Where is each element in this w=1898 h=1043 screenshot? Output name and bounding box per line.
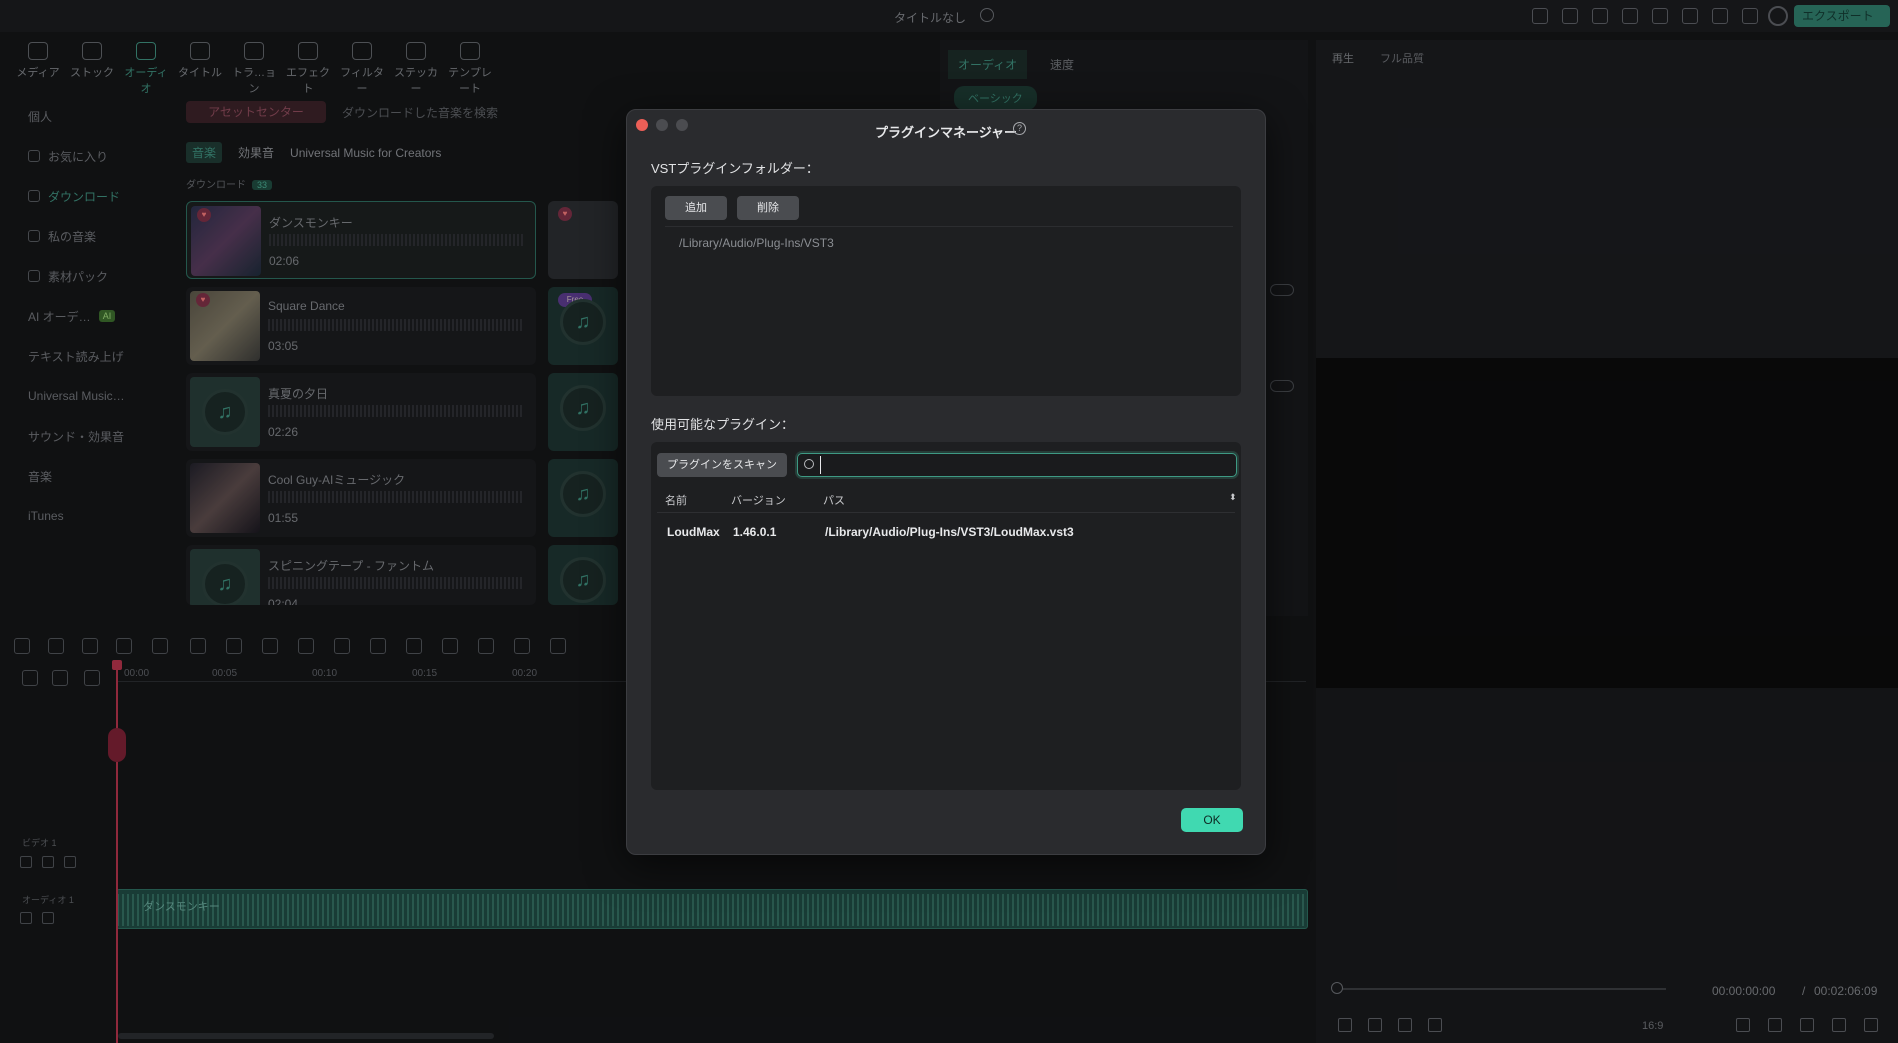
plugin-version-cell: 1.46.0.1 [733,525,777,539]
column-header-path[interactable]: パス [823,492,845,508]
vst-folder-label: VSTプラグインフォルダー： [651,161,819,176]
plugin-path-cell: /Library/Audio/Plug-Ins/VST3/LoudMax.vst… [825,525,1074,539]
plugin-search[interactable] [797,453,1237,477]
dialog-title: プラグインマネージャー [627,122,1265,141]
divider [665,226,1233,227]
ok-button[interactable]: OK [1181,808,1243,832]
search-icon [804,459,814,469]
scan-plugins-button[interactable]: プラグインをスキャン [657,453,787,477]
folder-path-item[interactable]: /Library/Audio/Plug-Ins/VST3 [679,236,834,250]
sort-chevron-icon[interactable]: ⬍ [1229,492,1237,503]
app-window: タイトルなし エクスポート メディア ストック オーディオ タイトル トラ…ョン… [0,0,1898,1043]
column-header-name[interactable]: 名前 [665,492,687,508]
plugin-manager-dialog: プラグインマネージャー ? VSTプラグインフォルダー： 追加 削除 /Libr… [626,109,1266,855]
vst-folder-panel: 追加 削除 /Library/Audio/Plug-Ins/VST3 [651,186,1241,396]
column-header-version[interactable]: バージョン [731,492,786,508]
dialog-title-text: プラグインマネージャー [874,125,1018,140]
plugin-name-cell: LoudMax [667,525,720,539]
plugins-panel: プラグインをスキャン 名前 バージョン パス ⬍ LoudMax 1.46.0.… [651,442,1241,790]
add-folder-button[interactable]: 追加 [665,196,727,220]
plugin-search-input[interactable] [820,456,1220,474]
available-plugins-label: 使用可能なプラグイン： [651,417,795,432]
delete-folder-button[interactable]: 削除 [737,196,799,220]
help-icon[interactable]: ? [1013,122,1026,135]
divider [657,512,1235,513]
